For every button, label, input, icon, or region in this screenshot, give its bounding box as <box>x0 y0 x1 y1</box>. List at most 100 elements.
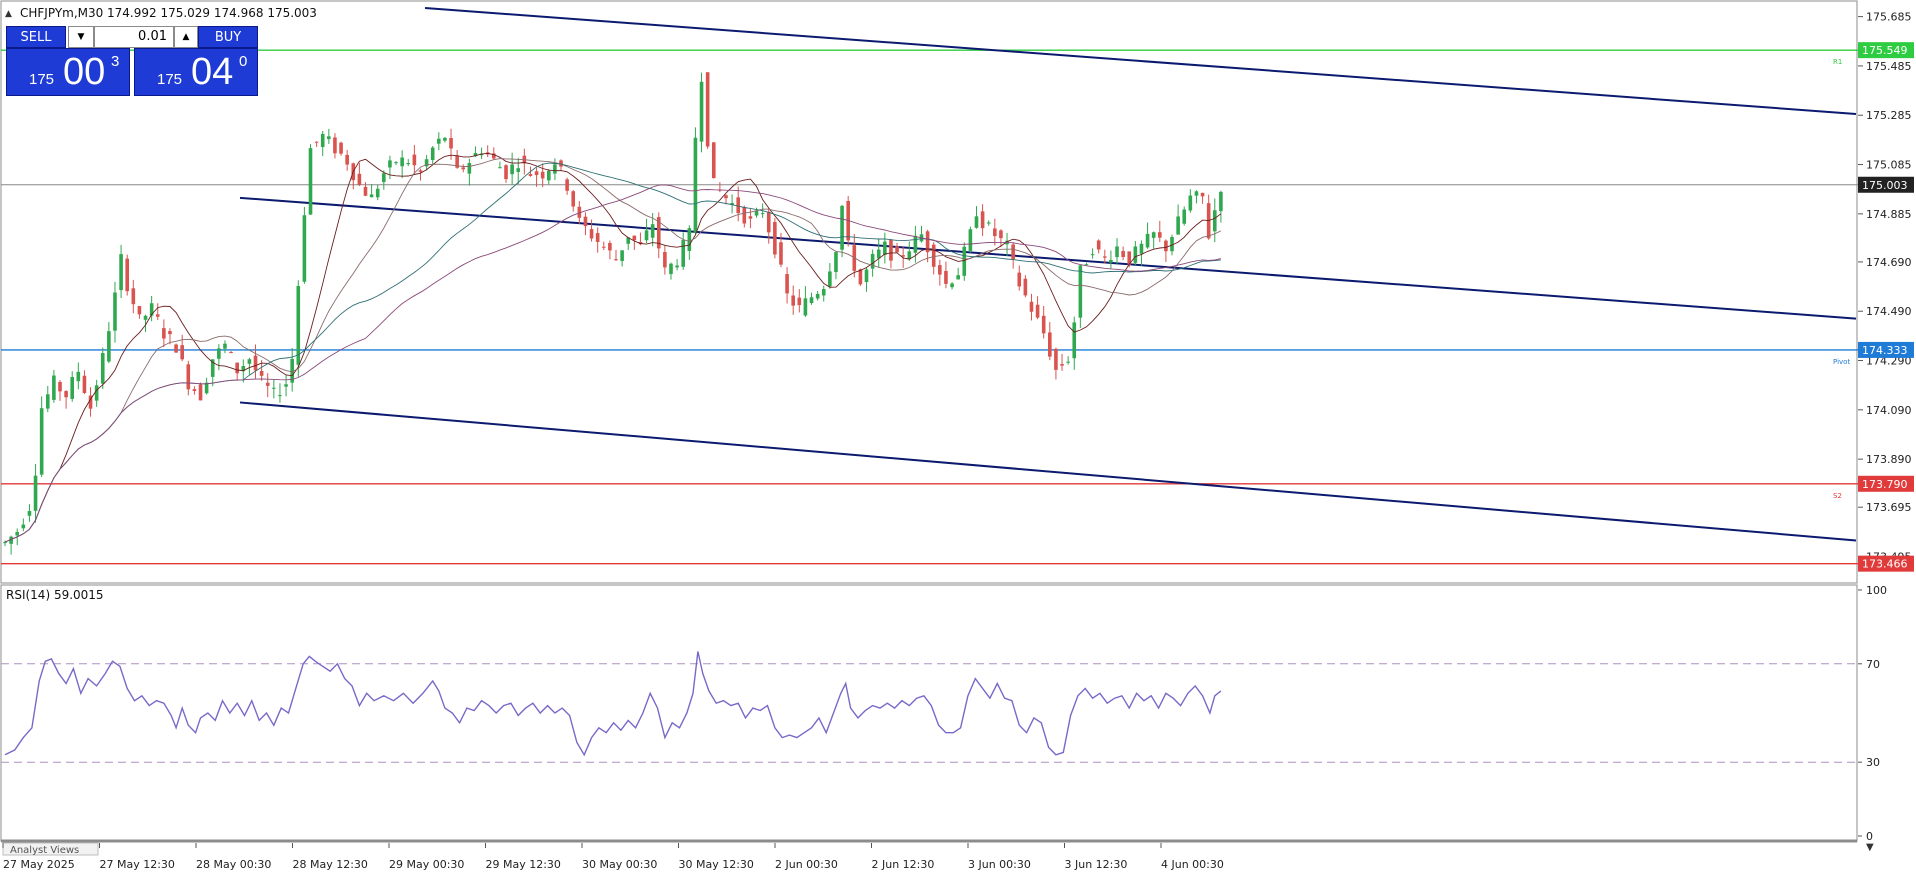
candle-body <box>253 355 258 371</box>
time-tick-label: 4 Jun 00:30 <box>1161 858 1224 871</box>
candle-body <box>443 137 447 141</box>
candle-body <box>223 343 227 349</box>
current-price-label: 175.003 <box>1862 179 1908 192</box>
candle-body <box>553 164 557 174</box>
analyst-views-label[interactable]: Analyst Views <box>10 845 79 856</box>
scroll-arrow-icon[interactable]: ▼ <box>1866 842 1874 853</box>
candle-body <box>858 269 863 285</box>
candle-body <box>650 224 655 238</box>
candle-body <box>540 171 545 179</box>
candle-body <box>430 147 435 161</box>
buy-button[interactable]: BUY <box>198 26 258 48</box>
candle-body <box>693 137 698 233</box>
candle-body <box>534 171 539 176</box>
candle-body <box>278 395 282 397</box>
candle-body <box>406 163 411 165</box>
candle-body <box>467 163 472 174</box>
candle-body <box>162 328 166 339</box>
candle-body <box>461 167 466 170</box>
candle-body <box>632 235 637 241</box>
candle-body <box>345 154 349 165</box>
lot-size-input[interactable]: 0.01 <box>94 26 174 48</box>
candle-body <box>950 283 954 288</box>
price-panel <box>0 0 1858 584</box>
time-tick-label: 2 Jun 00:30 <box>775 858 838 871</box>
level-label-s3: 173.466 <box>1862 558 1908 571</box>
candle-body <box>382 173 386 183</box>
buy-price-big: 04 <box>191 51 234 93</box>
triangle-down-icon: ▼ <box>77 32 85 42</box>
candle-body <box>779 242 783 265</box>
price-tick-label: 174.090 <box>1866 404 1912 417</box>
candle-body <box>1023 278 1028 296</box>
candle-body <box>388 160 392 168</box>
candle-body <box>217 348 221 359</box>
candle-body <box>595 233 600 242</box>
candle-body <box>369 194 374 198</box>
candle-body <box>1219 191 1223 212</box>
candle-body <box>302 215 307 282</box>
candle-body <box>785 274 789 294</box>
candle-body <box>58 382 62 392</box>
candle-body <box>33 475 38 511</box>
candle-body <box>1054 348 1058 370</box>
candle-body <box>284 384 288 387</box>
candle-body <box>45 394 50 409</box>
candle-body <box>864 269 869 283</box>
buy-price-button[interactable]: 175 04 0 <box>134 48 258 96</box>
candle-body <box>834 252 838 272</box>
candle-body <box>669 263 673 275</box>
sell-price-button[interactable]: 175 00 3 <box>6 48 130 96</box>
candle-body <box>986 222 991 224</box>
candle-body <box>608 242 612 251</box>
candle-body <box>235 362 239 374</box>
candle-body <box>938 265 942 275</box>
sell-price-prefix: 175 <box>29 71 55 88</box>
candle-body <box>803 298 808 316</box>
candle-body <box>1151 232 1156 238</box>
candle-body <box>125 258 129 292</box>
sell-button[interactable]: SELL <box>6 26 66 48</box>
candle-body <box>131 288 136 305</box>
candle-body <box>546 170 551 181</box>
candle-body <box>993 228 997 237</box>
candle-body <box>418 170 423 172</box>
candle-body <box>870 253 875 269</box>
candle-body <box>889 240 893 261</box>
candle-body <box>15 531 20 536</box>
candle-body <box>1041 315 1046 334</box>
candle-body <box>1017 272 1022 287</box>
time-tick-label: 28 May 00:30 <box>196 858 271 871</box>
candle-body <box>980 211 985 229</box>
candle-body <box>1182 209 1187 224</box>
level-tag-r1: R1 <box>1833 58 1842 66</box>
candle-body <box>620 250 624 261</box>
time-tick-label: 3 Jun 12:30 <box>1065 858 1128 871</box>
candle-body <box>583 216 588 227</box>
candle-body <box>974 216 979 228</box>
candle-body <box>962 246 967 276</box>
candle-body <box>27 511 32 516</box>
level-tag-s2: S2 <box>1833 492 1842 500</box>
candle-body <box>1090 254 1095 256</box>
collapse-triangle-icon[interactable]: ▲ <box>5 9 12 19</box>
lot-decrease-button[interactable]: ▼ <box>68 26 94 48</box>
candle-body <box>724 195 728 199</box>
candle-body <box>504 165 508 180</box>
sell-price-big: 00 <box>63 51 106 93</box>
time-tick-label: 27 May 12:30 <box>100 858 175 871</box>
candle-body <box>1011 244 1015 260</box>
lot-increase-button[interactable]: ▲ <box>174 26 198 48</box>
level-label-r1: 175.549 <box>1862 44 1908 57</box>
candle-body <box>809 297 814 304</box>
candle-body <box>375 188 380 198</box>
buy-price-sup: 0 <box>239 53 248 70</box>
candle-body <box>1029 301 1034 312</box>
candle-body <box>1157 232 1162 238</box>
price-tick-label: 173.890 <box>1866 453 1912 466</box>
candle-body <box>39 408 44 475</box>
rsi-tick-label: 30 <box>1866 756 1880 769</box>
candle-body <box>137 306 142 315</box>
candle-body <box>1035 304 1040 318</box>
candle-body <box>1200 192 1205 197</box>
